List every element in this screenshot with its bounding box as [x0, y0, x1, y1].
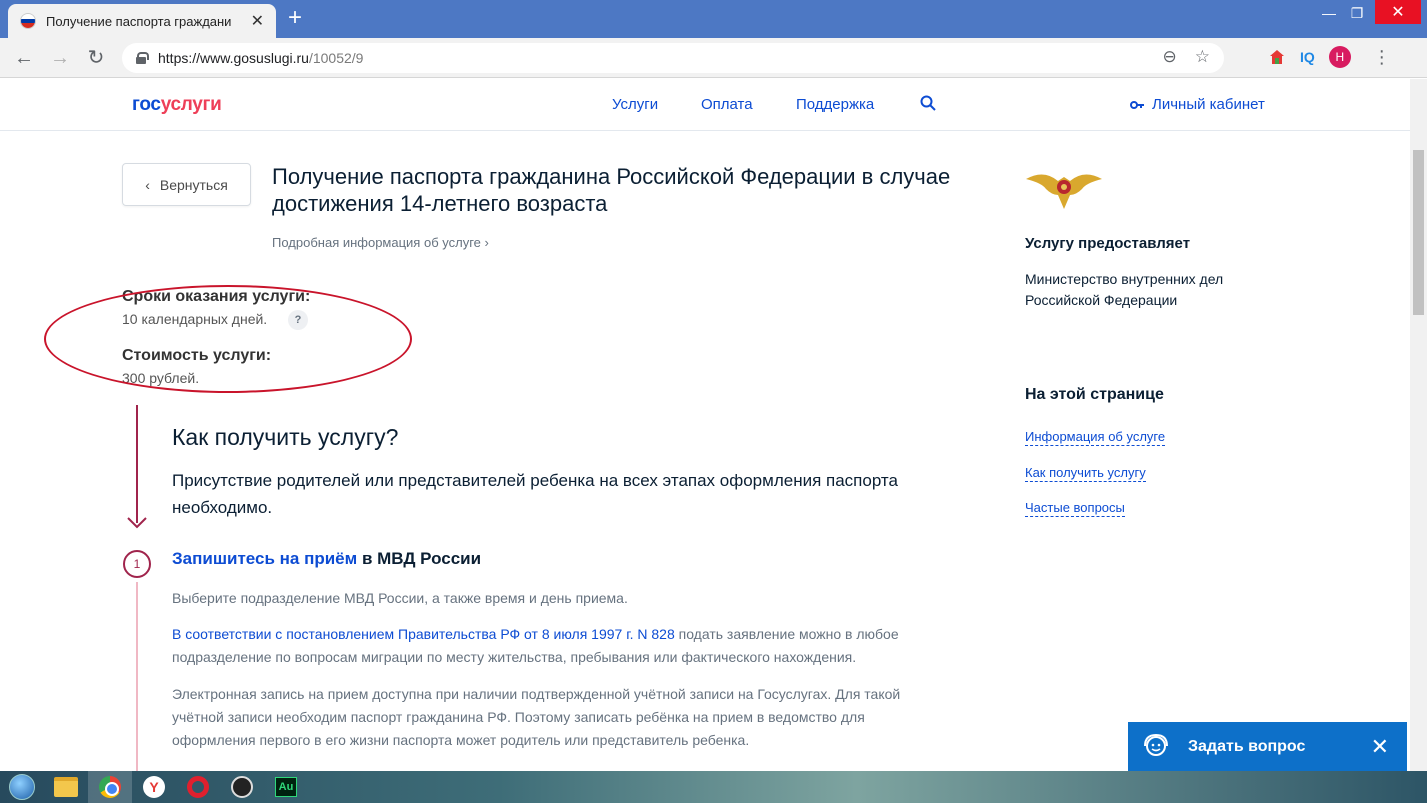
new-tab-button[interactable]: +: [288, 6, 302, 30]
taskbar-obs[interactable]: [220, 771, 264, 803]
yandex-browser-icon: Y: [143, 776, 165, 798]
search-icon[interactable]: [920, 95, 936, 111]
chevron-right-icon: ›: [484, 235, 489, 250]
cabinet-label: Личный кабинет: [1152, 96, 1265, 113]
step-paragraph-3: Электронная запись на прием доступна при…: [172, 686, 901, 748]
taskbar-chrome[interactable]: [88, 771, 132, 803]
profile-avatar[interactable]: Н: [1328, 46, 1351, 68]
audition-icon: Au: [275, 777, 297, 797]
annotation-circle: [44, 285, 412, 393]
opera-icon: [187, 776, 209, 798]
tab-close-icon[interactable]: ✕: [251, 11, 264, 31]
start-button[interactable]: [0, 771, 44, 803]
gosuslugi-logo[interactable]: госуслуги: [132, 94, 222, 116]
more-info-link[interactable]: Подробная информация об услуге ›: [272, 235, 489, 250]
url-host: https://www.gosuslugi.ru: [158, 50, 309, 66]
chat-close-icon[interactable]: ✕: [1371, 734, 1389, 760]
decree-link[interactable]: В соответствии с постановлением Правител…: [172, 626, 675, 642]
step-timeline-line: [136, 582, 138, 771]
iq-extension-icon[interactable]: IQ: [1300, 49, 1315, 65]
sidebar-link-faq[interactable]: Частые вопросы: [1025, 500, 1125, 517]
menu-payment[interactable]: Оплата: [701, 96, 753, 113]
timeline-line: [136, 405, 138, 523]
sidebar-link-how[interactable]: Как получить услугу: [1025, 465, 1146, 482]
step-paragraph-1: Выберите подразделение МВД России, а так…: [172, 590, 628, 606]
russia-flag-icon: [20, 13, 36, 29]
back-label: Вернуться: [159, 176, 228, 193]
obs-icon: [231, 776, 253, 798]
lock-icon: [136, 52, 149, 64]
taskbar-explorer[interactable]: [44, 771, 88, 803]
window-close-button[interactable]: ✕: [1375, 0, 1421, 24]
forward-arrow-icon[interactable]: →: [48, 46, 72, 70]
bookmark-star-icon[interactable]: ☆: [1195, 47, 1210, 67]
menu-services[interactable]: Услуги: [612, 96, 658, 113]
chrome-icon: [99, 776, 121, 798]
windows-taskbar: Y Au: [0, 771, 1427, 803]
support-agent-icon: [1144, 733, 1168, 756]
browser-titlebar: Получение паспорта граждани ✕ + — ❐ ✕: [0, 0, 1427, 38]
page-content: госуслуги Услуги Оплата Поддержка Личный…: [0, 79, 1410, 771]
menu-support[interactable]: Поддержка: [796, 96, 874, 113]
back-button[interactable]: ‹ Вернуться: [122, 163, 251, 206]
taskbar-audition[interactable]: Au: [264, 771, 308, 803]
step-paragraph-2: В соответствии с постановлением Правител…: [172, 626, 899, 665]
appointment-link[interactable]: Запишитесь на приём: [172, 549, 357, 568]
on-page-heading: На этой странице: [1025, 386, 1164, 403]
how-to-get-description: Присутствие родителей или представителей…: [172, 471, 898, 517]
browser-tab[interactable]: Получение паспорта граждани ✕: [8, 4, 276, 38]
window-maximize-button[interactable]: ❐: [1344, 0, 1370, 26]
zoom-icon[interactable]: ⊖: [1163, 47, 1177, 67]
tab-title: Получение паспорта граждани: [46, 13, 232, 29]
chevron-left-icon: ‹: [145, 176, 150, 193]
step-number-badge: 1: [123, 550, 151, 578]
folder-icon: [54, 777, 78, 797]
url-path: /10052/9: [308, 50, 364, 66]
windows-start-icon: [9, 774, 35, 800]
menu-dots-icon[interactable]: ⋮: [1373, 47, 1391, 68]
scrollbar-thumb[interactable]: [1413, 150, 1424, 315]
how-to-get-heading: Как получить услугу?: [172, 424, 399, 450]
address-bar[interactable]: https://www.gosuslugi.ru/10052/9 ⊖ ☆: [122, 43, 1224, 73]
home-extension-icon[interactable]: [1268, 48, 1286, 66]
provider-heading: Услугу предоставляет: [1025, 235, 1191, 252]
site-header: госуслуги Услуги Оплата Поддержка Личный…: [0, 79, 1410, 131]
mvd-emblem-icon: [1026, 174, 1102, 209]
browser-toolbar: ← → ↻ https://www.gosuslugi.ru/10052/9 ⊖…: [0, 38, 1427, 78]
step-title: Запишитесь на приём в МВД России: [172, 549, 482, 568]
back-arrow-icon[interactable]: ←: [12, 46, 36, 70]
page-title: Получение паспорта гражданина Российской…: [272, 164, 951, 216]
taskbar-yandex[interactable]: Y: [132, 771, 176, 803]
sidebar-link-info[interactable]: Информация об услуге: [1025, 429, 1166, 446]
reload-icon[interactable]: ↻: [84, 46, 108, 70]
key-icon: [1130, 100, 1144, 109]
taskbar-opera[interactable]: [176, 771, 220, 803]
personal-cabinet-link[interactable]: Личный кабинет: [1130, 96, 1265, 113]
window-minimize-button[interactable]: —: [1316, 0, 1342, 26]
arrow-down-icon: [127, 517, 147, 529]
provider-name: Министерство внутренних дел Российской Ф…: [1025, 271, 1224, 308]
ask-question-widget[interactable]: Задать вопрос ✕: [1128, 722, 1407, 771]
ask-question-label: Задать вопрос: [1188, 737, 1306, 755]
